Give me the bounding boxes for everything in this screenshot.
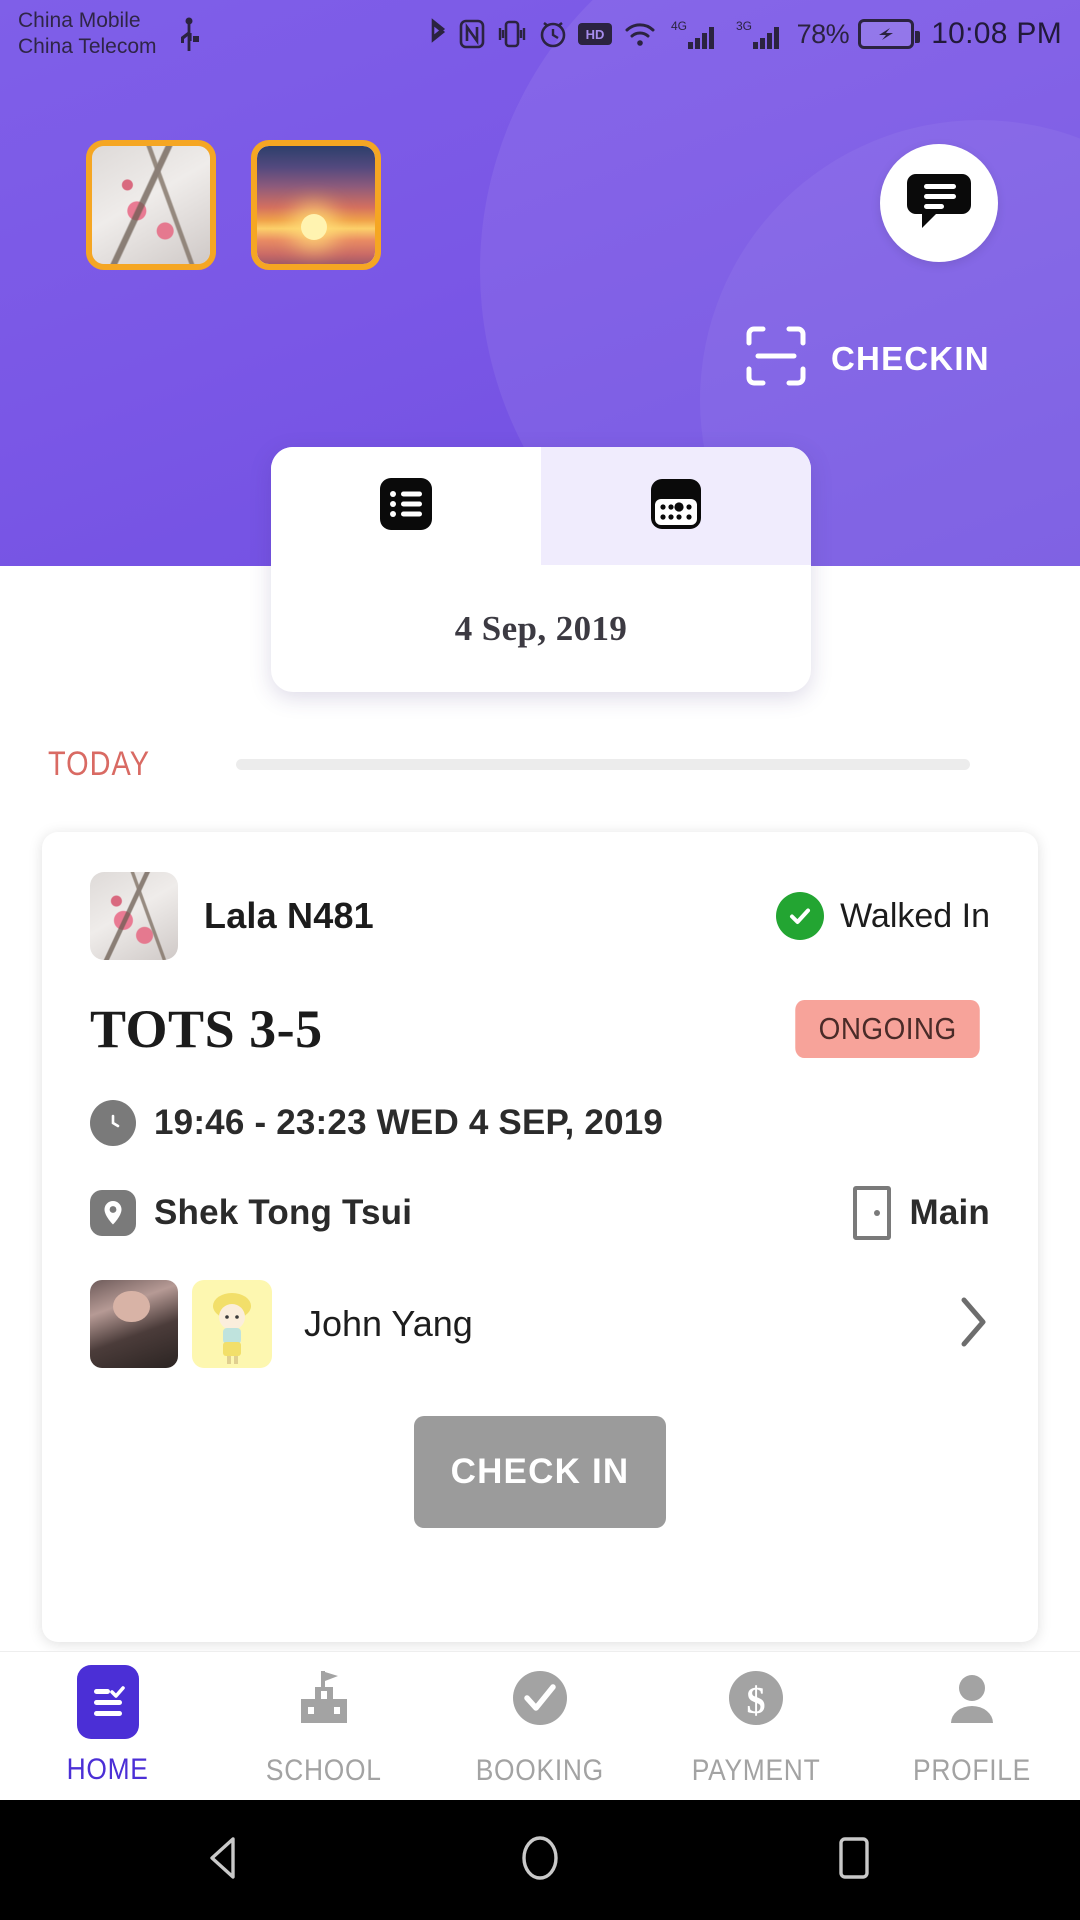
view-toggle-row (271, 447, 811, 565)
check-in-button[interactable]: CHECK IN (414, 1416, 666, 1528)
location-name: Shek Tong Tsui (154, 1193, 413, 1232)
list-view-icon (378, 476, 434, 537)
attendance-status: Walked In (776, 892, 990, 940)
teacher-row[interactable]: John Yang (90, 1280, 990, 1368)
chat-bubble-icon (906, 170, 972, 237)
today-divider (236, 759, 970, 770)
header-thumbnails (86, 140, 381, 270)
teacher-name: John Yang (304, 1303, 473, 1344)
booking-card-header: Lala N481 Walked In (90, 872, 990, 960)
nav-label-booking: BOOKING (475, 1753, 605, 1787)
vibrate-icon (495, 17, 529, 51)
session-time: 19:46 - 23:23 WED 4 SEP, 2019 (154, 1103, 664, 1142)
nfc-icon (458, 17, 486, 51)
selected-date[interactable]: 4 Sep, 2019 (271, 565, 811, 692)
tab-calendar-view[interactable] (541, 447, 811, 565)
attendance-status-label: Walked In (840, 896, 990, 935)
nav-label-home: HOME (66, 1753, 150, 1786)
course-title: TOTS 3-5 (90, 999, 323, 1059)
course-title-row: TOTS 3-5 ONGOING (90, 998, 990, 1060)
check-circle-icon (507, 1665, 573, 1740)
thumbnail-blossom[interactable] (86, 140, 216, 270)
map-pin-icon (90, 1190, 136, 1236)
android-navigation-bar (0, 1800, 1080, 1920)
back-triangle-icon[interactable] (199, 1831, 253, 1890)
svg-text:3G: 3G (736, 19, 752, 33)
clock-icon (90, 1100, 136, 1146)
thumbnail-sunset-image (257, 146, 375, 264)
hd-icon: HD (577, 20, 613, 48)
dollar-circle-icon: $ (723, 1665, 789, 1740)
svg-text:HD: HD (585, 27, 604, 42)
carrier-names: China Mobile China Telecom (18, 8, 157, 59)
carrier-line-2: China Telecom (18, 35, 157, 58)
nav-label-profile: PROFILE (913, 1753, 1031, 1787)
signal-3g-icon: 3G (732, 17, 788, 51)
teacher-cartoon-avatar (192, 1280, 272, 1368)
scan-checkin-icon (745, 325, 807, 392)
status-bar: China Mobile China Telecom HD 4G 3G 78% … (0, 0, 1080, 68)
nav-item-home[interactable]: HOME (0, 1652, 216, 1800)
chevron-right-icon[interactable] (956, 1294, 990, 1355)
room-info: Main (853, 1186, 990, 1240)
today-section-header: TODAY (0, 745, 1080, 784)
nav-item-profile[interactable]: PROFILE (864, 1652, 1080, 1800)
chat-button[interactable] (880, 144, 998, 262)
home-circle-icon[interactable] (513, 1831, 567, 1890)
signal-4g-icon: 4G (667, 17, 723, 51)
nav-item-school[interactable]: SCHOOL (216, 1652, 432, 1800)
thumbnail-sunset[interactable] (251, 140, 381, 270)
bottom-navigation: HOME SCHOOL BOOKING $ PAYMENT PROFILE (0, 1651, 1080, 1800)
child-name: Lala N481 (204, 895, 374, 936)
child-avatar (90, 872, 178, 960)
checkin-button[interactable]: CHECKIN (745, 325, 990, 392)
battery-charging-icon (858, 19, 921, 49)
nav-label-school: SCHOOL (266, 1753, 382, 1787)
alarm-icon (538, 17, 568, 51)
recents-square-icon[interactable] (827, 1831, 881, 1890)
person-icon (939, 1665, 1005, 1740)
status-badge: ONGOING (794, 1000, 980, 1058)
svg-text:$: $ (747, 1680, 766, 1722)
check-circle-icon (776, 892, 825, 940)
thumbnail-blossom-image (92, 146, 210, 264)
teacher-photo (90, 1280, 178, 1368)
nav-item-payment[interactable]: $ PAYMENT (648, 1652, 864, 1800)
svg-text:4G: 4G (671, 19, 687, 33)
bluetooth-icon (427, 17, 449, 51)
time-row: 19:46 - 23:23 WED 4 SEP, 2019 (90, 1100, 990, 1146)
nav-item-booking[interactable]: BOOKING (432, 1652, 648, 1800)
nav-label-payment: PAYMENT (691, 1753, 821, 1787)
child-avatar-image (90, 872, 178, 960)
status-icons: HD 4G 3G 78% 10:08 PM (427, 17, 1062, 51)
wifi-icon (622, 18, 658, 50)
door-icon (853, 1186, 892, 1240)
status-time: 10:08 PM (931, 17, 1062, 50)
app-screen: China Mobile China Telecom HD 4G 3G 78% … (0, 0, 1080, 1920)
booking-card[interactable]: Lala N481 Walked In TOTS 3-5 ONGOING 19:… (42, 832, 1038, 1642)
room-name: Main (909, 1193, 990, 1232)
home-checklist-icon (77, 1665, 139, 1739)
tab-list-view[interactable] (271, 447, 541, 565)
checkin-action-wrap: CHECK IN (90, 1416, 990, 1528)
usb-icon (177, 17, 201, 51)
carrier-line-1: China Mobile (18, 9, 141, 33)
school-building-icon (291, 1665, 357, 1740)
checkin-label: CHECKIN (831, 339, 990, 377)
view-toggle-card: 4 Sep, 2019 (271, 447, 811, 692)
battery-percent: 78% (796, 18, 850, 49)
calendar-view-icon (648, 476, 704, 537)
today-label: TODAY (48, 745, 150, 783)
location-row: Shek Tong Tsui Main (90, 1186, 990, 1240)
